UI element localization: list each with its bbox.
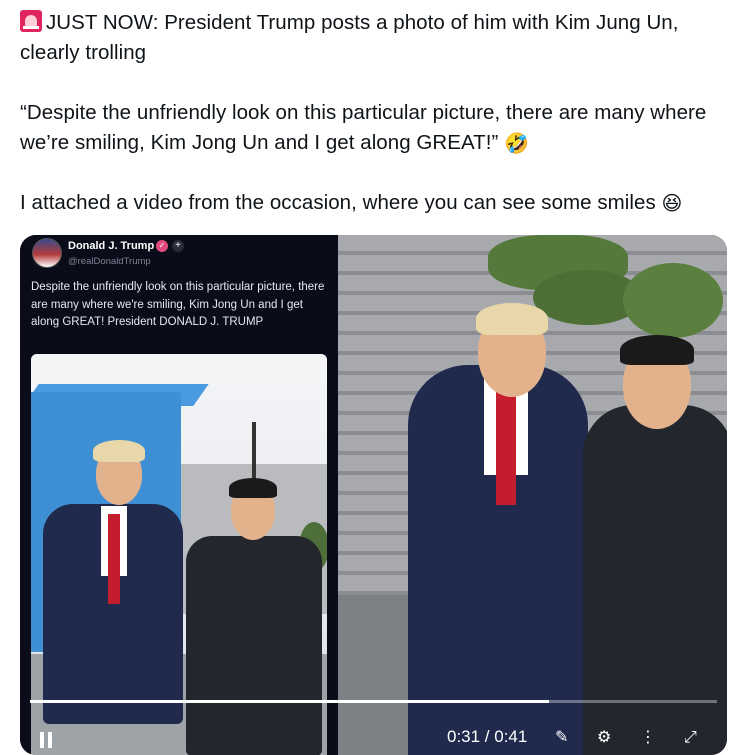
tweet-text: JUST NOW: President Trump posts a photo … bbox=[20, 8, 725, 218]
tweet-line-video-note: I attached a video from the occasion, wh… bbox=[20, 188, 725, 218]
follow-plus-icon: + bbox=[172, 240, 184, 252]
rolling-laughing-emoji-icon: 🤣 bbox=[504, 131, 530, 155]
tweet-quote: “Despite the unfriendly look on this par… bbox=[20, 98, 725, 158]
avatar bbox=[32, 238, 62, 268]
grinning-squinting-emoji-icon: 😆 bbox=[661, 191, 683, 215]
post-author-handle: @realDonaldTrump bbox=[68, 256, 151, 267]
video-time: 0:31 / 0:41 bbox=[447, 727, 528, 746]
embedded-post-photo bbox=[31, 354, 327, 755]
rotating-light-icon bbox=[20, 10, 42, 32]
post-author-name: Donald J. Trump bbox=[68, 240, 155, 252]
embedded-post-panel: Donald J. Trump ✓ + @realDonaldTrump Des… bbox=[20, 235, 338, 755]
fullscreen-icon[interactable]: ⤢ bbox=[684, 727, 697, 747]
captions-icon[interactable]: ⋮ bbox=[640, 727, 656, 746]
settings-icon[interactable]: ⚙ bbox=[597, 727, 611, 746]
video-player[interactable]: Donald J. Trump ✓ + @realDonaldTrump Des… bbox=[20, 235, 727, 755]
mute-icon[interactable]: ✎ bbox=[555, 727, 568, 746]
video-controls: 0:31 / 0:41 ✎ ⚙ ⋮ ⤢ bbox=[20, 715, 727, 748]
embedded-post-body: Despite the unfriendly look on this part… bbox=[31, 281, 325, 328]
pause-icon[interactable] bbox=[40, 732, 52, 748]
progress-fill bbox=[30, 700, 550, 703]
video-frame bbox=[338, 235, 727, 755]
progress-bar[interactable] bbox=[30, 700, 717, 703]
tweet-line-headline: JUST NOW: President Trump posts a photo … bbox=[20, 10, 679, 64]
verified-badge-icon: ✓ bbox=[156, 240, 168, 252]
